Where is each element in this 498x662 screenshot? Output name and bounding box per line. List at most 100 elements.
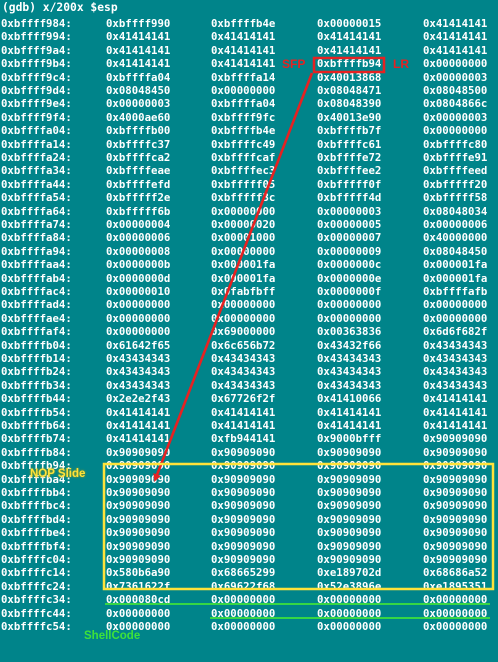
word-1: 0x00000000 bbox=[106, 311, 171, 325]
word-4: 0x00000000 bbox=[423, 124, 488, 138]
memory-row: 0xbffffa44: 0xbffffefd 0xbfffff05 0xbfffff0… bbox=[0, 178, 498, 192]
word-1: 0xbffff990 bbox=[106, 17, 171, 30]
memory-row: 0xbffffa84: 0x00000006 0x00001000 0x0000000… bbox=[0, 231, 498, 245]
word-2: 0x00000000 bbox=[211, 606, 276, 620]
word-1: 0x90909090 bbox=[106, 472, 171, 486]
memory-row: 0xbffffb24: 0x43434343 0x43434343 0x4343434… bbox=[0, 365, 498, 379]
row-address: 0xbffffb04: bbox=[1, 338, 72, 352]
row-address: 0xbffffbf4: bbox=[1, 539, 72, 553]
memory-row: 0xbffffa14: 0xbffffc37 0xbffffc49 0xbffffc6… bbox=[0, 138, 498, 152]
memory-row: 0xbffffb34: 0x43434343 0x43434343 0x4343434… bbox=[0, 379, 498, 393]
word-4: 0x90909090 bbox=[423, 499, 488, 513]
word-1: 0xbffffeae bbox=[106, 164, 171, 178]
word-1: 0x90909090 bbox=[106, 553, 171, 566]
row-address: 0xbffffaf4: bbox=[1, 325, 72, 339]
gdb-command-line: (gdb) x/200x $esp bbox=[2, 1, 118, 14]
word-2: 0xbffffb4e bbox=[211, 17, 276, 30]
word-3: 0x52e3896e bbox=[317, 579, 382, 593]
word-2: 0x67726f2f bbox=[211, 392, 276, 406]
row-address: 0xbffffc54: bbox=[1, 620, 72, 633]
word-2: 0x00000000 bbox=[211, 620, 276, 633]
word-4: 0x08048500 bbox=[423, 84, 488, 97]
word-4: 0x68686a52 bbox=[423, 566, 488, 580]
memory-row: 0xbffffb14: 0x43434343 0x43434343 0x4343434… bbox=[0, 352, 498, 366]
row-address: 0xbffffa64: bbox=[1, 204, 72, 218]
word-1: 0x000080cd bbox=[106, 593, 171, 607]
row-address: 0xbffff9f4: bbox=[1, 110, 72, 124]
memory-row: 0xbffffb04: 0x61642f65 0x6c656b72 0x43432f6… bbox=[0, 339, 498, 353]
row-address: 0xbffffa74: bbox=[1, 218, 72, 231]
memory-row: 0xbffffbb4: 0x90909090 0x90909090 0x9090909… bbox=[0, 486, 498, 500]
gdb-terminal[interactable]: (gdb) x/200x $esp 0xbffff984: 0xbffff990 0… bbox=[0, 0, 498, 662]
word-3: 0x00000015 bbox=[317, 17, 382, 30]
word-2: 0x000001fa bbox=[211, 271, 276, 285]
word-4: 0xbffffeed bbox=[423, 164, 488, 178]
word-3: 0x08048471 bbox=[317, 84, 382, 97]
row-address: 0xbffffb14: bbox=[1, 352, 72, 365]
word-2: 0xbfffff05 bbox=[211, 177, 276, 191]
word-2: 0x90909090 bbox=[211, 445, 276, 459]
row-address: 0xbffff9b4: bbox=[1, 57, 72, 71]
word-3: 0x41414141 bbox=[317, 405, 382, 419]
word-2: 0x90909090 bbox=[211, 512, 276, 526]
word-1: 0x00000008 bbox=[106, 244, 171, 258]
row-address: 0xbffffa84: bbox=[1, 231, 72, 245]
memory-row: 0xbffff9c4: 0xbffffa04 0xbffffa14 0x4001386… bbox=[0, 71, 498, 85]
row-address: 0xbffffb64: bbox=[1, 419, 72, 432]
word-1: 0x00000006 bbox=[106, 231, 171, 245]
memory-row: 0xbffff9e4: 0x00000003 0xbffffa04 0x0804839… bbox=[0, 97, 498, 111]
word-4: 0xe1895351 bbox=[423, 579, 488, 593]
word-3: 0xbffffe72 bbox=[317, 151, 382, 164]
word-4: 0x000001fa bbox=[423, 271, 488, 285]
row-address: 0xbffffac4: bbox=[1, 285, 72, 298]
word-3: 0xbfffff0f bbox=[317, 177, 382, 191]
word-3: 0x00000000 bbox=[317, 593, 382, 607]
word-4: 0xbffffc80 bbox=[423, 137, 488, 151]
word-4: 0x08048034 bbox=[423, 204, 488, 218]
memory-row: 0xbffffb74: 0x41414141 0xfb944141 0x9000bff… bbox=[0, 432, 498, 446]
word-1: 0xbffffb00 bbox=[106, 124, 171, 138]
word-1: 0x00000004 bbox=[106, 218, 171, 231]
row-address: 0xbffff994: bbox=[1, 30, 72, 44]
word-2: 0x90909090 bbox=[211, 486, 276, 499]
memory-row: 0xbffffae4: 0x00000000 0x00000000 0x0000000… bbox=[0, 312, 498, 326]
word-4: 0x41414141 bbox=[423, 392, 488, 406]
row-address: 0xbffffaa4: bbox=[1, 258, 72, 272]
row-address: 0xbffffc34: bbox=[1, 593, 72, 607]
word-3: 0x41410066 bbox=[317, 392, 382, 406]
word-1: 0x41414141 bbox=[106, 43, 171, 57]
word-1: 0x61642f65 bbox=[106, 338, 171, 352]
word-4: 0x08048450 bbox=[423, 244, 488, 258]
word-1: 0x00000000 bbox=[106, 606, 171, 620]
word-1: 0x43434343 bbox=[106, 352, 171, 365]
word-4: 0x00000003 bbox=[423, 110, 488, 124]
row-address: 0xbffffa44: bbox=[1, 177, 72, 191]
memory-row: 0xbffffc14: 0x580b6a90 0x68665299 0xe189702… bbox=[0, 566, 498, 580]
word-4: 0xbffffe91 bbox=[423, 151, 488, 164]
word-1: 0x41414141 bbox=[106, 419, 171, 432]
word-4: 0x41414141 bbox=[423, 419, 488, 432]
row-address: 0xbffffad4: bbox=[1, 298, 72, 312]
word-4: 0x90909090 bbox=[423, 472, 488, 486]
row-address: 0xbffffab4: bbox=[1, 271, 72, 285]
word-2: 0xbfffff3c bbox=[211, 191, 276, 205]
memory-row: 0xbffff984: 0xbffff990 0xbffffb4e 0x0000001… bbox=[0, 17, 498, 31]
word-4: 0x00000000 bbox=[423, 311, 488, 325]
word-4: 0xbfffff20 bbox=[423, 177, 488, 191]
word-3: 0x90909090 bbox=[317, 553, 382, 566]
word-3: 0x90909090 bbox=[317, 499, 382, 513]
word-3: 0xbffffc61 bbox=[317, 137, 382, 151]
word-2: 0xbffff9fc bbox=[211, 110, 276, 124]
word-1: 0x43434343 bbox=[106, 365, 171, 379]
row-address: 0xbffff984: bbox=[1, 17, 72, 30]
word-3: 0x00000003 bbox=[317, 204, 382, 218]
word-2: 0xfb944141 bbox=[211, 432, 276, 446]
memory-row: 0xbffffa34: 0xbffffeae 0xbffffec3 0xbffffee… bbox=[0, 164, 498, 178]
memory-row: 0xbffffb94: 0x90909090 0x90909090 0x9090909… bbox=[0, 459, 498, 473]
word-2: 0x00000000 bbox=[211, 311, 276, 325]
memory-row: 0xbffff9a4: 0x41414141 0x41414141 0x4141414… bbox=[0, 44, 498, 58]
word-3: 0x41414141 bbox=[317, 419, 382, 432]
word-4: 0xbffffafb bbox=[423, 285, 488, 298]
row-address: 0xbffffb54: bbox=[1, 405, 72, 419]
word-4: 0x43434343 bbox=[423, 378, 488, 392]
